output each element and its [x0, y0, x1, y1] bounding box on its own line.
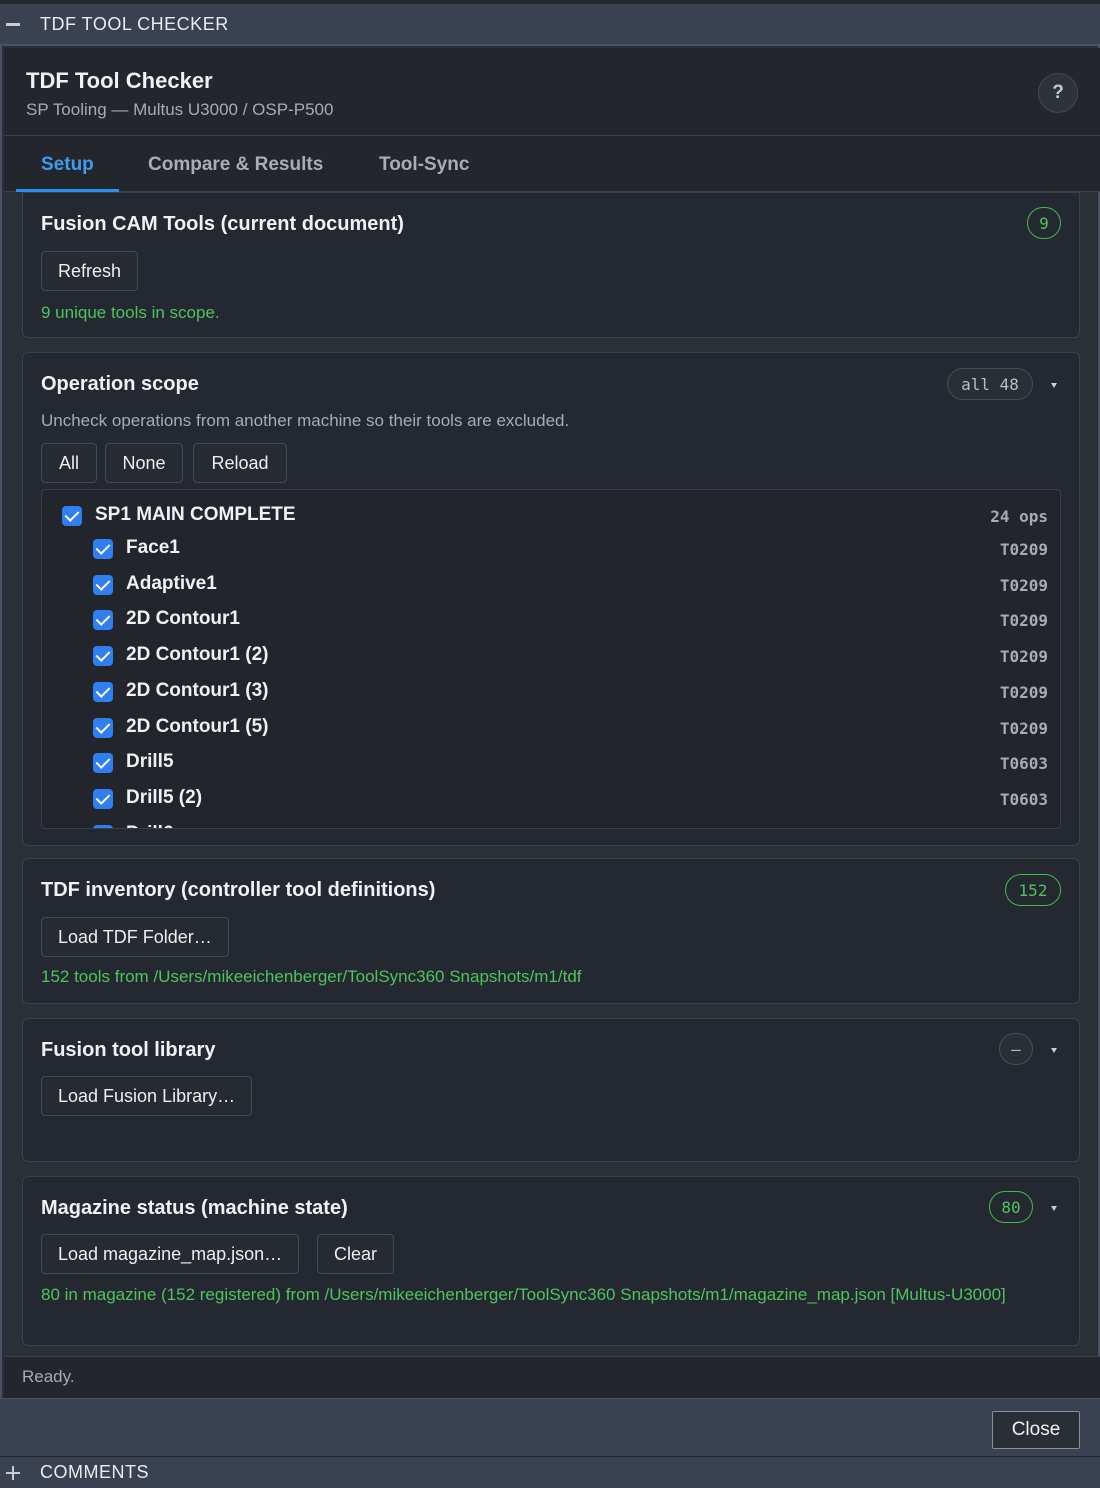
chevron-down-icon[interactable]: [1051, 1048, 1057, 1053]
reload-button[interactable]: Reload: [193, 443, 287, 483]
operation-tool-number: T0209: [999, 575, 1048, 595]
status-bar: Ready.: [4, 1356, 1100, 1398]
status-text: Ready.: [22, 1367, 75, 1386]
operation-label: 2D Contour1 (5): [126, 715, 269, 737]
close-button[interactable]: Close: [992, 1411, 1080, 1449]
operation-tool-number: T0209: [999, 540, 1048, 559]
operation-tool-number: T0604: [1000, 826, 1048, 828]
operation-row[interactable]: Drill5 (2) T0603: [42, 782, 1060, 816]
magazine-count-badge: 80: [989, 1191, 1033, 1223]
select-none-button[interactable]: None: [105, 443, 183, 483]
fusion-tool-library-title: Fusion tool library: [41, 1039, 216, 1061]
operation-tool-number: T0209: [999, 718, 1048, 738]
operation-row[interactable]: Drill5 T0603: [42, 746, 1060, 780]
operation-tool-number: T0209: [999, 647, 1048, 667]
operation-checkbox[interactable]: [93, 539, 113, 559]
palette-title: TDF TOOL CHECKER: [40, 13, 229, 34]
operation-label: Drill5: [126, 751, 174, 773]
magazine-status-title: Magazine status (machine state): [41, 1197, 348, 1219]
fusion-cam-tools-title: Fusion CAM Tools (current document): [41, 213, 404, 235]
tdf-inventory-count-badge: 152: [1005, 874, 1061, 906]
refresh-button[interactable]: Refresh: [41, 251, 139, 291]
operation-checkbox[interactable]: [93, 788, 113, 809]
operation-tool-number: T0603: [999, 754, 1048, 774]
dialog-footer: Close: [0, 1398, 1100, 1456]
operation-label: 2D Contour1 (3): [126, 679, 269, 701]
tdf-inventory-title: TDF inventory (controller tool definitio…: [41, 879, 436, 901]
operation-row[interactable]: Drill6 T0604: [42, 818, 1060, 828]
comments-bar[interactable]: COMMENTS: [0, 1456, 1100, 1488]
load-tdf-folder-button[interactable]: Load TDF Folder…: [41, 917, 229, 957]
operation-checkbox[interactable]: [93, 646, 113, 667]
panel-header: TDF Tool Checker SP Tooling — Multus U30…: [4, 48, 1100, 136]
group-checkbox[interactable]: [62, 506, 82, 526]
operation-row[interactable]: 2D Contour1 (3) T0209: [42, 675, 1060, 709]
tab-setup[interactable]: Setup: [41, 154, 94, 176]
load-magazine-map-button[interactable]: Load magazine_map.json…: [41, 1234, 300, 1274]
operation-row[interactable]: 2D Contour1 (2) T0209: [42, 639, 1060, 673]
magazine-status-text: 80 in magazine (152 registered) from /Us…: [41, 1285, 1006, 1304]
tab-bar: Setup Compare & Results Tool-Sync: [4, 136, 1100, 192]
operation-tool-number: T0209: [999, 611, 1048, 631]
operation-scope-card: Operation scope all 48 Uncheck operation…: [22, 352, 1080, 846]
operation-group-row[interactable]: SP1 MAIN COMPLETE 24 ops: [42, 499, 1060, 533]
operation-group-label: SP1 MAIN COMPLETE: [95, 504, 296, 525]
operation-checkbox[interactable]: [93, 610, 113, 631]
tab-compare-results[interactable]: Compare & Results: [148, 154, 323, 176]
operation-row[interactable]: 2D Contour1 (5) T0209: [42, 711, 1060, 745]
operation-checkbox[interactable]: [93, 824, 113, 828]
page-title: TDF Tool Checker: [26, 68, 213, 93]
tool-checker-panel: TDF Tool Checker SP Tooling — Multus U30…: [0, 46, 1100, 1398]
operation-row[interactable]: Adaptive1 T0209: [42, 568, 1060, 602]
operation-label: 2D Contour1: [126, 608, 240, 630]
operation-row[interactable]: 2D Contour1 T0209: [42, 603, 1060, 637]
operation-tool-number: T0603: [999, 789, 1048, 809]
operation-scope-badge: all 48: [947, 368, 1033, 400]
tdf-inventory-status: 152 tools from /Users/mikeeichenberger/T…: [41, 967, 582, 986]
operations-list[interactable]: SP1 MAIN COMPLETE 24 ops Face1 T0209 Adapt…: [41, 489, 1061, 829]
tab-tool-sync[interactable]: Tool-Sync: [379, 154, 469, 176]
help-button[interactable]: ?: [1038, 73, 1078, 113]
collapse-icon[interactable]: [6, 22, 20, 26]
operation-label: Adaptive1: [126, 572, 217, 594]
fusion-cam-status: 9 unique tools in scope.: [41, 303, 220, 322]
palette-titlebar: TDF TOOL CHECKER: [0, 0, 1100, 46]
operation-group-count: 24 ops: [990, 507, 1048, 526]
operation-checkbox[interactable]: [93, 753, 113, 774]
operation-checkbox[interactable]: [93, 717, 113, 738]
fusion-library-badge: —: [999, 1033, 1033, 1065]
chevron-down-icon[interactable]: [1051, 1206, 1057, 1211]
operation-label: 2D Contour1 (2): [126, 644, 269, 666]
operation-tool-number: T0209: [999, 682, 1048, 702]
comments-title: COMMENTS: [40, 1462, 149, 1482]
load-fusion-library-button[interactable]: Load Fusion Library…: [41, 1076, 253, 1116]
select-all-button[interactable]: All: [41, 443, 97, 483]
expand-plus-icon[interactable]: [6, 1465, 20, 1480]
operation-scope-title: Operation scope: [41, 373, 199, 395]
operation-row[interactable]: Face1 T0209: [42, 532, 1060, 566]
fusion-cam-tools-card: Fusion CAM Tools (current document) 9 Re…: [22, 192, 1080, 338]
clear-magazine-button[interactable]: Clear: [317, 1234, 395, 1274]
page-subtitle: SP Tooling — Multus U3000 / OSP-P500: [26, 100, 334, 119]
magazine-status-card: Magazine status (machine state) 80 Load …: [22, 1176, 1080, 1346]
fusion-cam-count-badge: 9: [1027, 207, 1061, 239]
operation-checkbox[interactable]: [93, 681, 113, 702]
fusion-tool-library-card: Fusion tool library — Load Fusion Librar…: [22, 1018, 1080, 1162]
chevron-down-icon[interactable]: [1051, 383, 1057, 388]
operation-label: Drill5 (2): [126, 786, 203, 808]
operation-checkbox[interactable]: [93, 574, 113, 595]
tdf-inventory-card: TDF inventory (controller tool definitio…: [22, 858, 1080, 1004]
operation-scope-description: Uncheck operations from another machine …: [41, 411, 570, 430]
operation-label: Drill6: [126, 823, 174, 828]
operation-label: Face1: [126, 537, 180, 558]
